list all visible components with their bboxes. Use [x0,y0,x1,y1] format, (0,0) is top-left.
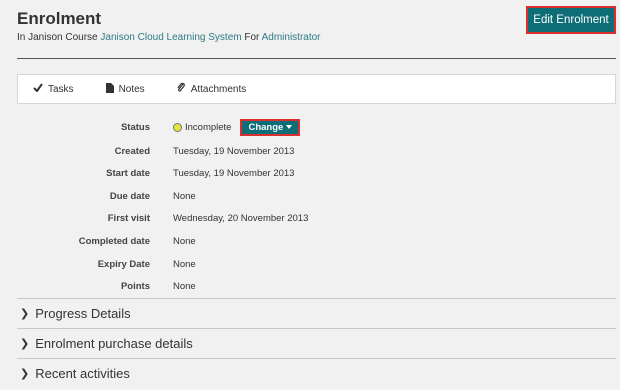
first-visit-value: Wednesday, 20 November 2013 [173,212,309,224]
subtitle-mid: For [241,32,262,43]
expiry-date-label: Expiry Date [97,258,150,270]
status-row: Status Incomplete Change [0,117,620,137]
completed-date-label: Completed date [78,235,150,247]
created-label: Created [114,145,150,157]
completed-date-row: Completed date None [0,231,620,251]
points-value: None [173,280,196,292]
chevron-right-icon: ❯ [20,368,30,380]
section-enrolment-purchase-details[interactable]: ❯ Enrolment purchase details [17,328,616,358]
breadcrumb: In Janison Course Janison Cloud Learning… [17,32,321,43]
tab-tasks[interactable]: Tasks [33,83,74,95]
due-date-value: None [173,190,196,202]
created-value: Tuesday, 19 November 2013 [173,145,295,157]
tab-tasks-label: Tasks [48,83,74,95]
status-text: Incomplete [185,121,232,133]
start-date-label: Start date [106,167,150,179]
tab-attachments[interactable]: Attachments [177,82,247,96]
user-link[interactable]: Administrator [262,32,321,43]
change-button-label: Change [248,121,284,133]
section-recent-activities[interactable]: ❯ Recent activities [17,358,616,388]
subtitle-prefix: In Janison Course [17,32,101,43]
section-title: Progress Details [35,306,131,321]
section-title: Recent activities [35,366,130,381]
chevron-right-icon: ❯ [20,338,30,350]
first-visit-row: First visit Wednesday, 20 November 2013 [0,208,620,228]
tab-notes[interactable]: Notes [105,82,145,96]
chevron-right-icon: ❯ [20,308,30,320]
tab-attachments-label: Attachments [190,83,247,95]
course-link[interactable]: Janison Cloud Learning System [100,32,241,43]
edit-enrolment-button[interactable]: Edit Enrolment [526,6,616,34]
section-progress-details[interactable]: ❯ Progress Details [17,298,616,328]
check-icon [33,83,48,95]
page-title: Enrolment [17,9,102,28]
section-title: Enrolment purchase details [35,336,193,351]
due-date-row: Due date None [0,186,620,206]
expiry-date-value: None [173,258,196,270]
chevron-down-icon [286,125,293,129]
tab-notes-label: Notes [118,83,145,95]
points-label: Points [120,280,150,292]
completed-date-value: None [173,235,196,247]
points-row: Points None [0,276,620,296]
header-divider [17,58,616,59]
paperclip-icon [177,82,191,96]
status-value: Incomplete Change [173,118,301,136]
tab-bar: Tasks Notes Attachments [17,74,616,104]
expiry-date-row: Expiry Date None [0,254,620,274]
document-icon [105,82,119,96]
start-date-row: Start date Tuesday, 19 November 2013 [0,163,620,183]
first-visit-label: First visit [107,212,150,224]
status-label: Status [120,121,150,133]
status-indicator-icon [173,122,182,132]
start-date-value: Tuesday, 19 November 2013 [173,167,295,179]
change-status-button[interactable]: Change [240,118,301,136]
due-date-label: Due date [109,190,150,202]
created-row: Created Tuesday, 19 November 2013 [0,141,620,161]
